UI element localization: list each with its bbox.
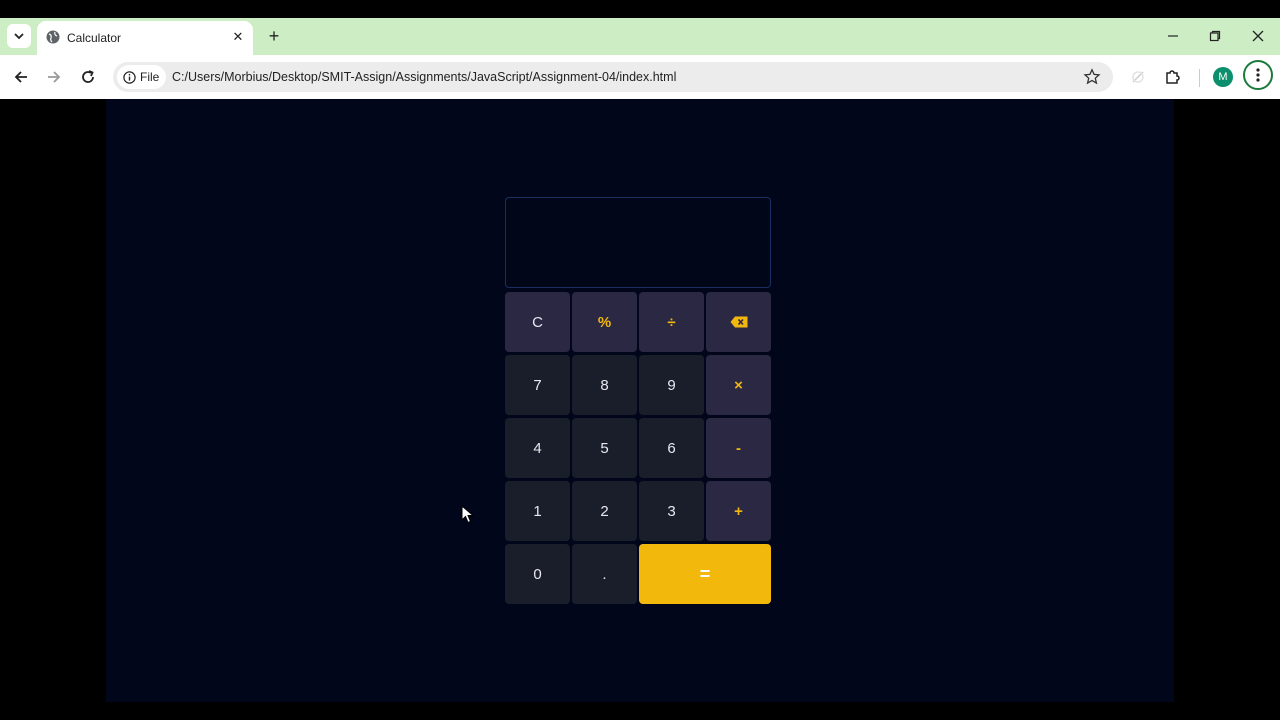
browser-menu-button[interactable]: [1243, 60, 1273, 90]
add-button[interactable]: +: [706, 481, 771, 541]
digit-1-button[interactable]: 1: [505, 481, 570, 541]
arrow-left-icon: [14, 71, 27, 83]
subtract-button[interactable]: -: [706, 418, 771, 478]
tab-title: Calculator: [67, 31, 122, 45]
forward-button[interactable]: [42, 65, 66, 89]
file-label: File: [140, 70, 160, 84]
backspace-button[interactable]: [706, 292, 771, 352]
address-bar[interactable]: File C:/Users/Morbius/Desktop/SMIT-Assig…: [113, 62, 1113, 92]
digit-3-button[interactable]: 3: [639, 481, 704, 541]
tab-search-button[interactable]: [7, 24, 31, 48]
chevron-down-icon: [14, 33, 24, 40]
arrow-right-icon: [48, 71, 61, 83]
multiply-button[interactable]: ×: [706, 355, 771, 415]
divide-button[interactable]: ÷: [639, 292, 704, 352]
clear-button[interactable]: C: [505, 292, 570, 352]
mouse-pointer-icon: [461, 505, 475, 524]
info-icon: [123, 70, 136, 84]
backspace-icon: [730, 316, 747, 328]
percent-button[interactable]: %: [572, 292, 637, 352]
digit-5-button[interactable]: 5: [572, 418, 637, 478]
tab-calculator[interactable]: Calculator ✕: [37, 21, 253, 55]
browser-toolbar: File C:/Users/Morbius/Desktop/SMIT-Assig…: [0, 55, 1280, 99]
digit-2-button[interactable]: 2: [572, 481, 637, 541]
calculator-keypad: C% ÷ 7 8 9 × 4 5 6- 1 2 3 +0. =: [505, 292, 773, 606]
extension-loading-icon[interactable]: [1127, 66, 1149, 88]
digit-9-button[interactable]: 9: [639, 355, 704, 415]
calculator-display[interactable]: [505, 197, 771, 288]
close-tab-icon[interactable]: ✕: [229, 28, 247, 46]
extensions-puzzle-icon[interactable]: [1162, 66, 1184, 88]
decimal-button[interactable]: .: [572, 544, 637, 604]
digit-8-button[interactable]: 8: [572, 355, 637, 415]
restore-icon[interactable]: [1202, 24, 1228, 48]
digit-6-button[interactable]: 6: [639, 418, 704, 478]
minimize-icon[interactable]: [1160, 24, 1186, 48]
globe-icon: [46, 30, 60, 44]
reload-button[interactable]: [76, 65, 100, 89]
back-button[interactable]: [9, 65, 33, 89]
more-vertical-icon: [1256, 68, 1260, 82]
bookmark-star-icon[interactable]: [1083, 68, 1101, 86]
toolbar-divider: [1199, 69, 1200, 87]
digit-7-button[interactable]: 7: [505, 355, 570, 415]
new-tab-button[interactable]: +: [263, 25, 285, 47]
digit-4-button[interactable]: 4: [505, 418, 570, 478]
url-text[interactable]: C:/Users/Morbius/Desktop/SMIT-Assign/Ass…: [172, 70, 676, 84]
site-info-chip[interactable]: File: [117, 65, 167, 89]
tab-strip: Calculator ✕ +: [0, 18, 1280, 55]
profile-avatar[interactable]: M: [1213, 67, 1233, 87]
equals-button[interactable]: =: [639, 544, 771, 604]
close-window-icon[interactable]: [1245, 24, 1271, 48]
page-viewport: C% ÷ 7 8 9 × 4 5 6- 1 2 3 +0. =: [106, 99, 1174, 702]
digit-0-button[interactable]: 0: [505, 544, 570, 604]
reload-icon: [82, 70, 94, 83]
